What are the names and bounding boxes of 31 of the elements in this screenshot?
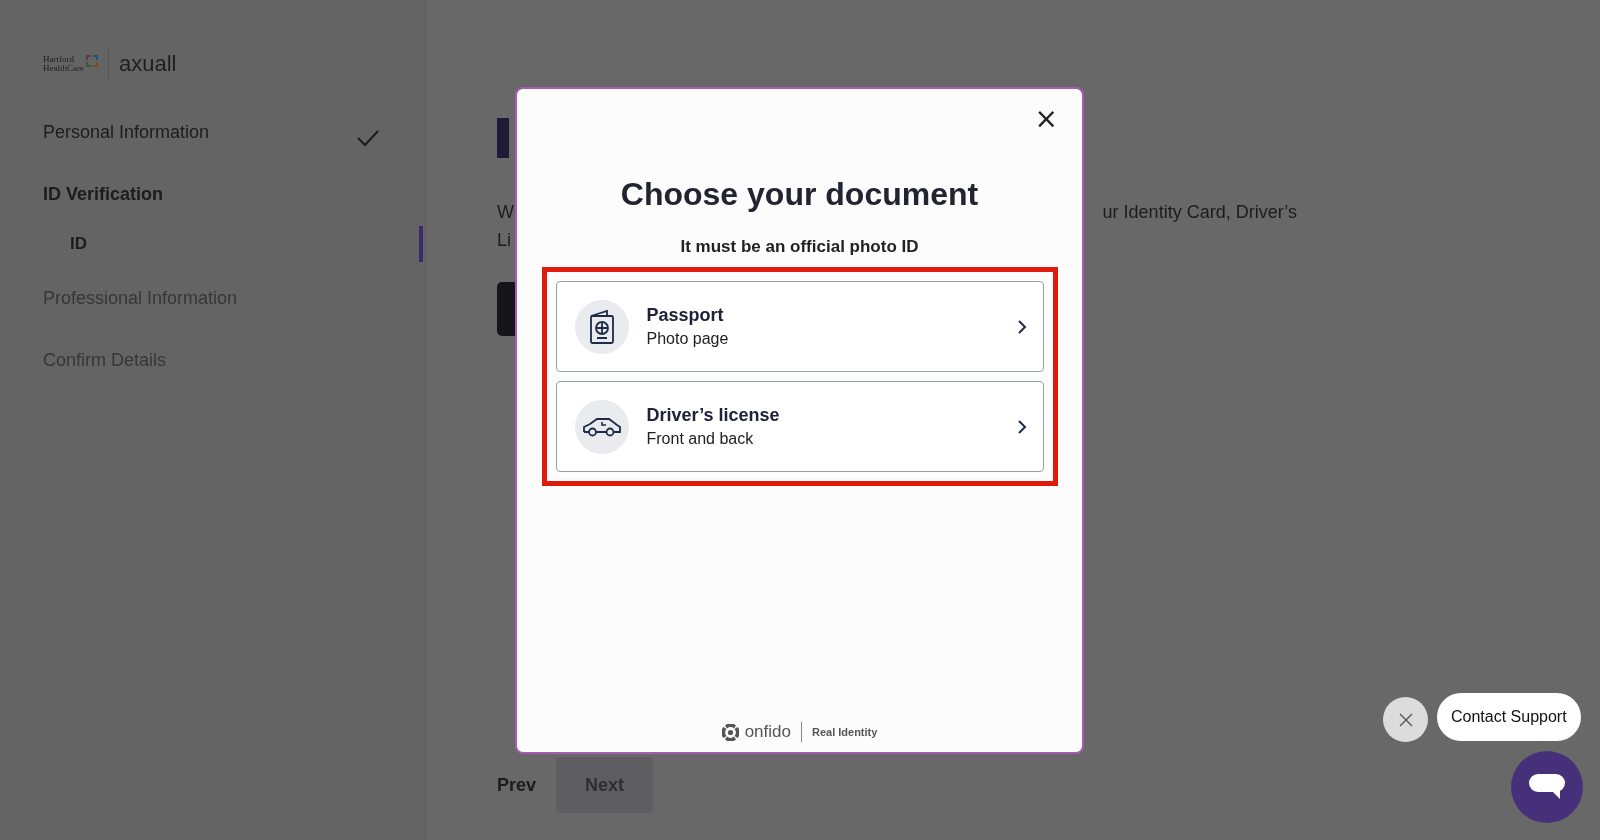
prev-button[interactable]: Prev [497, 774, 537, 796]
button-fragment [497, 282, 517, 336]
step-label[interactable]: Personal Information [43, 121, 210, 143]
brand-name: onfido [744, 722, 791, 742]
paragraph-fragment: W [497, 201, 514, 224]
chevron-right-icon [1016, 318, 1027, 335]
checkmark-icon [356, 128, 380, 148]
document-option[interactable]: Driver’s license Front and back [555, 381, 1044, 472]
onfido-logo-icon [721, 723, 739, 741]
document-option[interactable]: Passport Photo page [555, 281, 1044, 372]
close-button[interactable]: × [1030, 105, 1062, 133]
step-label[interactable]: ID Verification [43, 183, 164, 205]
close-icon [1398, 712, 1413, 727]
dialog-subtitle: It must be an official photo ID [680, 237, 919, 257]
close-button[interactable] [1383, 697, 1428, 742]
brand-tagline: Real Identity [811, 726, 878, 738]
squares-logo-icon [86, 55, 98, 67]
paragraph-fragment: ur Identity Card, Driver’s [1102, 201, 1297, 224]
heading-fragment [497, 118, 509, 158]
substep-label[interactable]: ID [70, 234, 87, 254]
option-subtitle: Photo page [646, 330, 730, 348]
product-logo: axuall [119, 51, 177, 77]
chevron-right-icon [1016, 418, 1027, 435]
dialog-title: Choose your document [620, 176, 979, 213]
option-subtitle: Front and back [646, 430, 755, 448]
car-icon [580, 415, 623, 438]
contact-support-button[interactable]: Contact Support [1437, 693, 1581, 741]
option-title: Driver’s license [646, 405, 781, 426]
organization-name: Hartford HealthCare [43, 55, 84, 73]
paragraph-fragment: Li [497, 229, 512, 252]
option-title: Passport [646, 305, 725, 326]
